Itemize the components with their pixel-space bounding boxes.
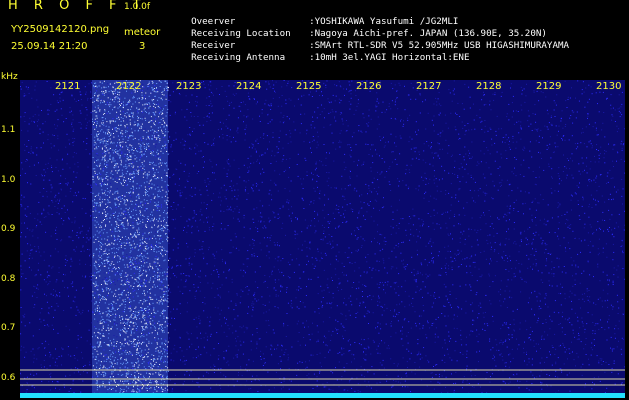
x-tick-label: 2129	[536, 81, 562, 92]
y-tick-label: 0.9	[1, 224, 16, 234]
y-tick-label: 0.6	[1, 373, 16, 383]
x-tick-label: 2121	[55, 81, 81, 92]
y-tick-label: 1.1	[1, 125, 16, 135]
x-tick-label: 2123	[176, 81, 202, 92]
y-tick-label: 1.0	[1, 175, 16, 185]
spectrogram-canvas	[20, 80, 625, 398]
x-tick-label: 2127	[416, 81, 442, 92]
y-tick-label: 0.8	[1, 274, 16, 284]
y-tick-label: 0.7	[1, 323, 16, 333]
x-tick-label: 2126	[356, 81, 382, 92]
meteor-label: meteor	[124, 27, 161, 38]
spectrogram	[20, 80, 625, 398]
x-tick-label: 2125	[296, 81, 322, 92]
app-version: 1.0.0f	[124, 2, 151, 12]
file-name: YY2509142120.png	[11, 24, 110, 35]
y-axis-unit: kHz	[1, 72, 18, 82]
x-tick-label: 2130	[596, 81, 622, 92]
baseline-strip	[20, 393, 625, 398]
x-tick-label: 2128	[476, 81, 502, 92]
info-row-antenna: Receiving Antenna :10mH 3el.YAGI Horizont…	[180, 41, 470, 63]
info-value: :10mH 3el.YAGI Horizontal:ENE	[309, 52, 470, 63]
info-label: Receiving Antenna	[191, 52, 286, 63]
x-tick-label: 2122	[116, 81, 142, 92]
meteor-count: 3	[139, 41, 146, 52]
x-tick-label: 2124	[236, 81, 262, 92]
datetime-label: 25.09.14 21:20	[11, 41, 88, 52]
